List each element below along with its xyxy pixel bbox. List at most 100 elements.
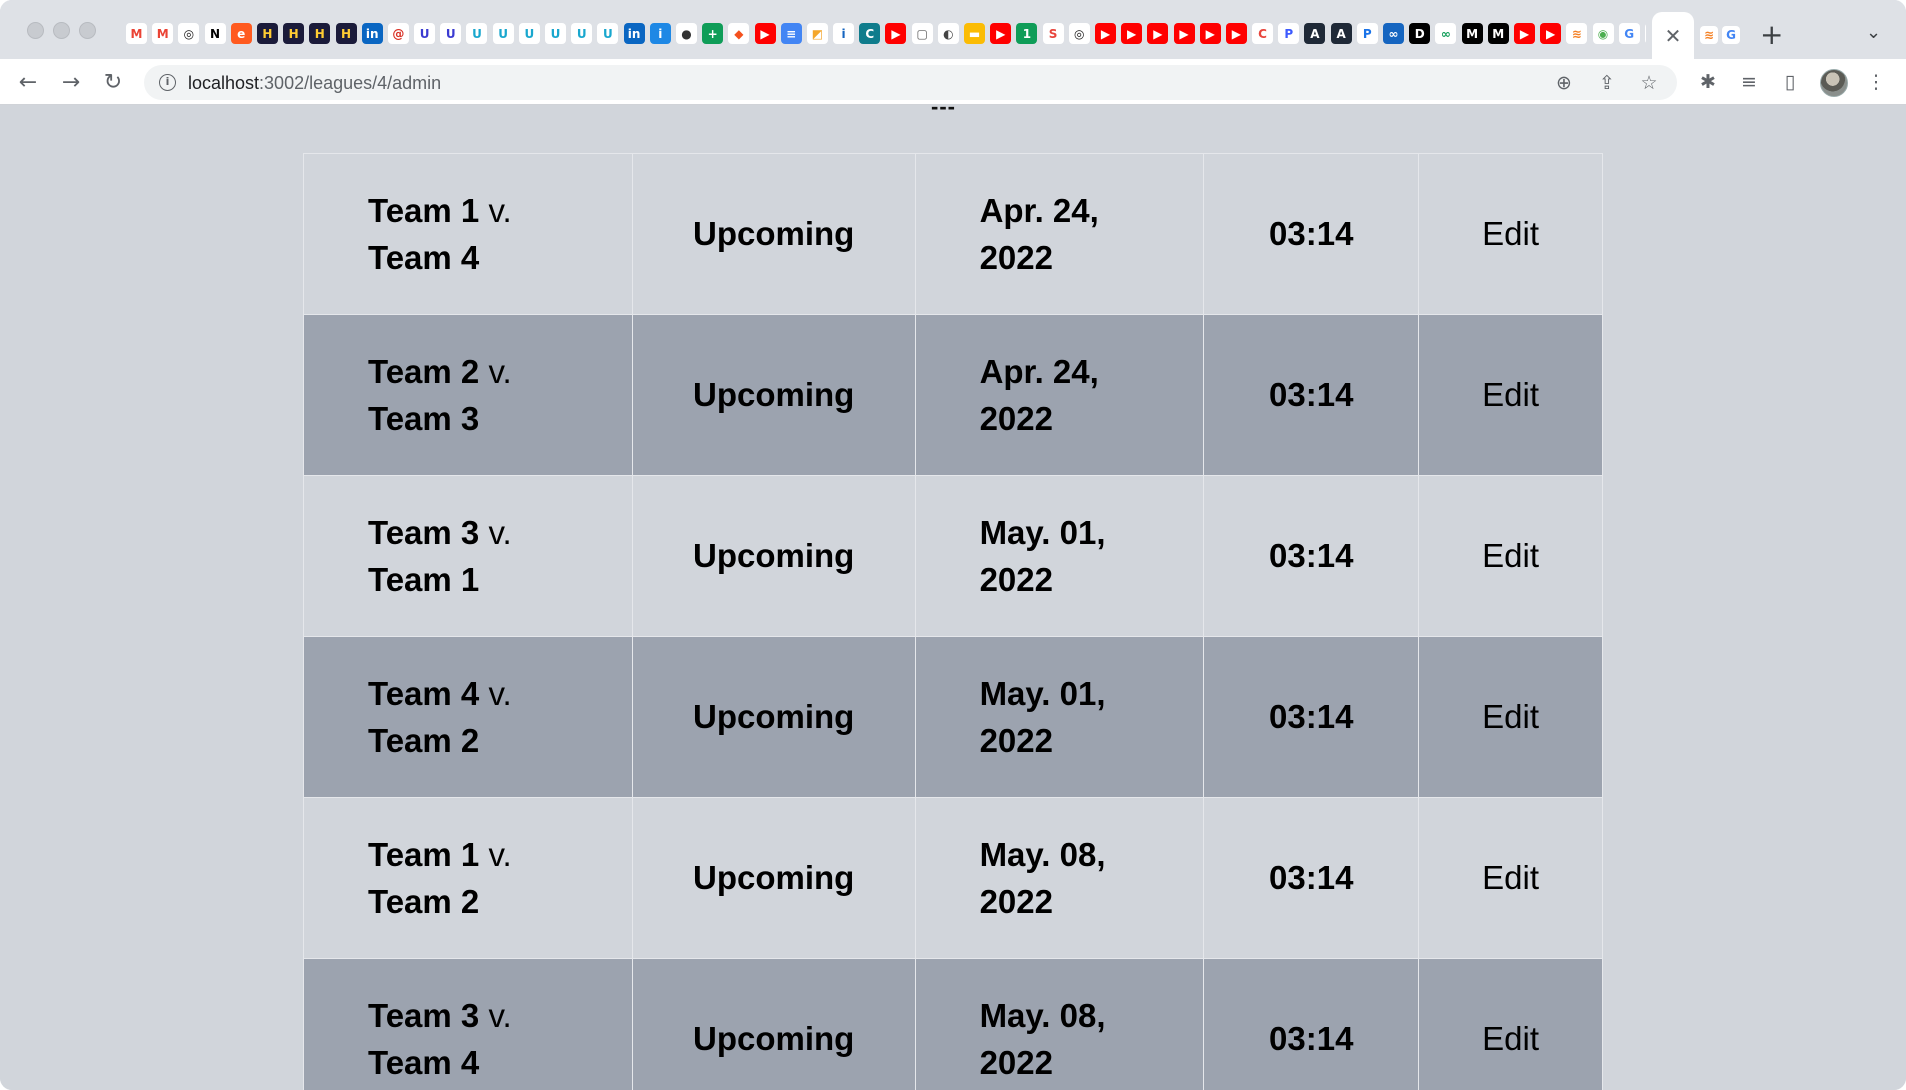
minimize-window-button[interactable] [53,22,70,39]
tab-favicon[interactable]: ◩ [806,23,828,44]
back-icon[interactable]: ← [14,68,42,96]
tab-favicon[interactable]: P [1356,23,1378,44]
tab-favicon[interactable]: i [649,23,671,44]
tab-favicon[interactable]: ∞ [1383,23,1404,44]
tab-favicon[interactable]: H [283,23,305,44]
tab-favicon[interactable]: ◎ [1068,23,1090,44]
edit-link[interactable]: Edit [1418,958,1603,1090]
tab-favicon[interactable]: ∞ [1435,23,1457,44]
extensions-icon[interactable]: ✱ [1696,70,1720,94]
tab-favicon[interactable]: 1 [1016,23,1038,44]
tab-favicon[interactable]: ▶ [1540,23,1562,44]
tab-favicon[interactable]: ▶ [1513,23,1535,44]
tab-favicon[interactable]: ▶ [885,23,907,44]
away-team: Team 3 [368,400,480,437]
tab-favicon[interactable]: N [204,23,226,44]
side-panel-icon[interactable]: ▯ [1778,70,1802,94]
tab-favicon[interactable]: ≡ [780,23,802,44]
tab-favicon[interactable]: ▶ [754,23,776,44]
forward-icon[interactable]: → [57,68,85,96]
tab-favicon[interactable]: ▶ [1121,23,1143,44]
tab-favicon[interactable]: ◎ [178,23,200,44]
edit-link[interactable]: Edit [1418,797,1603,959]
zoom-icon[interactable]: ⊕ [1552,71,1576,95]
tab-favicon[interactable]: A [1304,23,1326,44]
tab-strip: M M ◎ Ne H H H Hin @ U U U U U U U Uin i ● + ◆ ▶ ≡ ◩ i C ▶ ▢ ◐ ▬ ▶ 1 S ◎ ▶… [0,0,1906,59]
tab-favicon[interactable]: G [1722,26,1740,44]
tab-favicon[interactable]: A [1330,23,1352,44]
tab-favicon[interactable]: C [859,23,881,44]
profile-avatar[interactable] [1820,69,1848,97]
tab-favicon[interactable]: ◎ [1644,23,1646,44]
tab-favicon[interactable]: ◉ [1592,23,1614,44]
tab-search-icon[interactable]: ⌄ [1866,22,1881,43]
edit-link[interactable]: Edit [1418,314,1603,476]
site-info-icon[interactable]: i [159,74,176,91]
tab-favicon[interactable]: G [1618,23,1640,44]
tab-favicon[interactable]: ▬ [964,23,985,44]
bookmark-star-icon[interactable]: ☆ [1637,71,1661,95]
close-window-button[interactable] [27,22,44,39]
share-icon[interactable]: ⇪ [1595,71,1619,95]
tab-favicon[interactable]: U [518,23,540,44]
tab-favicon[interactable]: ▶ [1173,23,1195,44]
media-control-icon[interactable]: ≡ [1737,70,1761,94]
tab-favicon[interactable]: U [466,23,488,44]
tab-favicon[interactable]: ● [675,23,697,44]
close-icon[interactable]: ✕ [1665,24,1682,48]
address-bar[interactable]: i localhost:3002/leagues/4/admin ⊕ ⇪ ☆ [144,65,1677,100]
url-text[interactable]: localhost:3002/leagues/4/admin [188,73,441,94]
tab-favicon[interactable]: ◆ [728,23,750,44]
tab-favicon[interactable]: @ [387,23,409,44]
tab-favicon[interactable]: M [1487,23,1509,44]
tab-favicon[interactable]: S [1042,23,1064,44]
tab-favicon[interactable]: in [361,23,383,44]
tab-favicon[interactable]: ▶ [990,23,1012,44]
time-cell: 03:14 [1203,636,1420,798]
active-tab[interactable]: ✕ [1652,12,1694,59]
tab-favicon[interactable]: ▶ [1147,23,1169,44]
tab-favicon[interactable]: U [440,23,462,44]
tab-favicon[interactable]: M [152,23,174,44]
reload-icon[interactable]: ↻ [99,68,127,96]
home-team: Team 1 [368,192,480,229]
home-team: Team 3 [368,514,480,551]
browser-window: M M ◎ Ne H H H Hin @ U U U U U U U Uin i ● + ◆ ▶ ≡ ◩ i C ▶ ▢ ◐ ▬ ▶ 1 S ◎ ▶… [0,0,1906,1090]
tab-favicon[interactable]: U [492,23,514,44]
tab-favicon[interactable]: i [833,23,855,44]
away-team: Team 1 [368,561,480,598]
edit-link[interactable]: Edit [1418,153,1603,315]
tab-favicon[interactable]: P [1278,23,1300,44]
tab-favicon[interactable]: ▢ [911,23,933,44]
status-cell: Upcoming [631,797,916,959]
date-cell: May. 08, 2022 [914,797,1205,959]
tab-favicon[interactable]: H [335,23,357,44]
tab-favicon[interactable]: M [126,23,147,44]
tab-favicon[interactable]: ▶ [1094,23,1116,44]
tab-favicon[interactable]: ≋ [1566,23,1588,44]
tab-favicon[interactable]: U [414,23,436,44]
tab-favicon[interactable]: ▶ [1199,23,1221,44]
new-tab-icon[interactable]: + [1760,18,1783,51]
tab-favicon[interactable]: e [230,23,252,44]
edit-link[interactable]: Edit [1418,475,1603,637]
tab-favicon[interactable]: + [702,23,724,44]
maximize-window-button[interactable] [79,22,96,39]
tab-favicon[interactable]: U [545,23,566,44]
tab-favicon[interactable]: C [1252,23,1274,44]
tab-favicon[interactable]: H [309,23,331,44]
tab-favicon[interactable]: D [1409,23,1431,44]
tab-favicon[interactable]: H [256,23,278,44]
away-team: Team 2 [368,722,480,759]
tab-favicon[interactable]: in [623,23,645,44]
tab-favicon[interactable]: ◐ [937,23,959,44]
tab-favicon[interactable]: ▶ [1225,23,1247,44]
tab-favicon[interactable]: U [597,23,619,44]
edit-link[interactable]: Edit [1418,636,1603,798]
tab-favicon[interactable]: U [571,23,593,44]
tab-favicon[interactable]: ≋ [1700,26,1718,44]
tab-favicon[interactable]: M [1461,23,1483,44]
table-row: Team 4 v. Team 2 Upcoming May. 01, 2022 … [303,636,1603,798]
versus-label: v. [488,353,512,390]
more-menu-icon[interactable]: ⋮ [1864,70,1888,94]
